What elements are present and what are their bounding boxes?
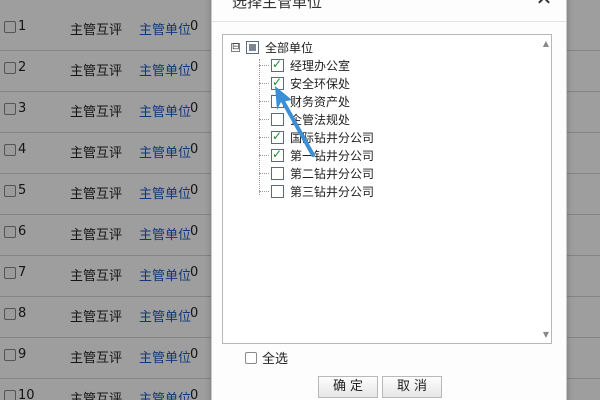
tree-item-checkbox[interactable] [271, 166, 284, 180]
select-all[interactable]: 全选 [245, 348, 288, 367]
tree-item: 第三钻井分公司 [259, 182, 374, 200]
tree-item-checkbox[interactable] [271, 147, 284, 162]
tree-item-checkbox[interactable] [271, 94, 284, 108]
tree-item-checkbox[interactable] [271, 112, 284, 126]
tree-item: 财务资产处 [259, 92, 350, 110]
tree-branch-line [259, 118, 269, 120]
tree-item-label[interactable]: 经理办公室 [290, 57, 350, 74]
close-icon[interactable]: ✕ [532, 0, 556, 11]
tree-branch-line [259, 136, 269, 138]
confirm-button[interactable]: 确定 [318, 376, 378, 398]
tree-item: 经理办公室 [259, 56, 350, 74]
tree-branch-line [259, 190, 269, 192]
tree-item-label[interactable]: 安全环保处 [290, 75, 350, 92]
tree-item-label[interactable]: 国际钻井分公司 [290, 129, 374, 146]
tree-root-checkbox[interactable] [246, 40, 259, 54]
tree-branch-line [259, 172, 269, 174]
tree-branch-line [259, 154, 269, 156]
scroll-up-icon[interactable]: ▲ [543, 39, 549, 48]
tree-root: ⊟ 全部单位 [231, 38, 313, 56]
tree-item-label[interactable]: 第三钻井分公司 [290, 183, 374, 200]
scroll-down-icon[interactable]: ▼ [543, 330, 549, 339]
tree-item-label[interactable]: 企管法规处 [290, 111, 350, 128]
tree-item-checkbox[interactable] [271, 129, 284, 144]
select-unit-dialog: 选择主管单位 ✕ ▲ ▼ ⊟ 全部单位 经理办公室 安全环保处 财务资产处 [211, 0, 567, 400]
tree-item-checkbox[interactable] [271, 75, 284, 90]
tree-item: 国际钻井分公司 [259, 128, 374, 146]
tree-item-checkbox[interactable] [271, 184, 284, 198]
tree-item: 第一钻井分公司 [259, 146, 374, 164]
tree-item: 安全环保处 [259, 74, 350, 92]
dialog-title: 选择主管单位 [232, 0, 323, 11]
cancel-button[interactable]: 取消 [382, 376, 442, 398]
tree-root-label[interactable]: 全部单位 [265, 39, 313, 56]
dialog-divider [212, 21, 566, 22]
tree-branch-line [259, 82, 269, 84]
tree-item-checkbox[interactable] [271, 57, 284, 72]
tree-item-label[interactable]: 第二钻井分公司 [290, 165, 374, 182]
tree-branch-line [259, 100, 269, 102]
tree-branch-line [259, 64, 269, 66]
select-all-label[interactable]: 全选 [262, 348, 288, 367]
select-all-checkbox[interactable] [245, 351, 257, 364]
tree-item-label[interactable]: 第一钻井分公司 [290, 147, 374, 164]
collapse-icon[interactable]: ⊟ [231, 42, 240, 52]
unit-tree: ▲ ▼ ⊟ 全部单位 经理办公室 安全环保处 财务资产处 企管法规处 [222, 34, 552, 344]
tree-item: 第二钻井分公司 [259, 164, 374, 182]
tree-item-label[interactable]: 财务资产处 [290, 93, 350, 110]
tree-item: 企管法规处 [259, 110, 350, 128]
